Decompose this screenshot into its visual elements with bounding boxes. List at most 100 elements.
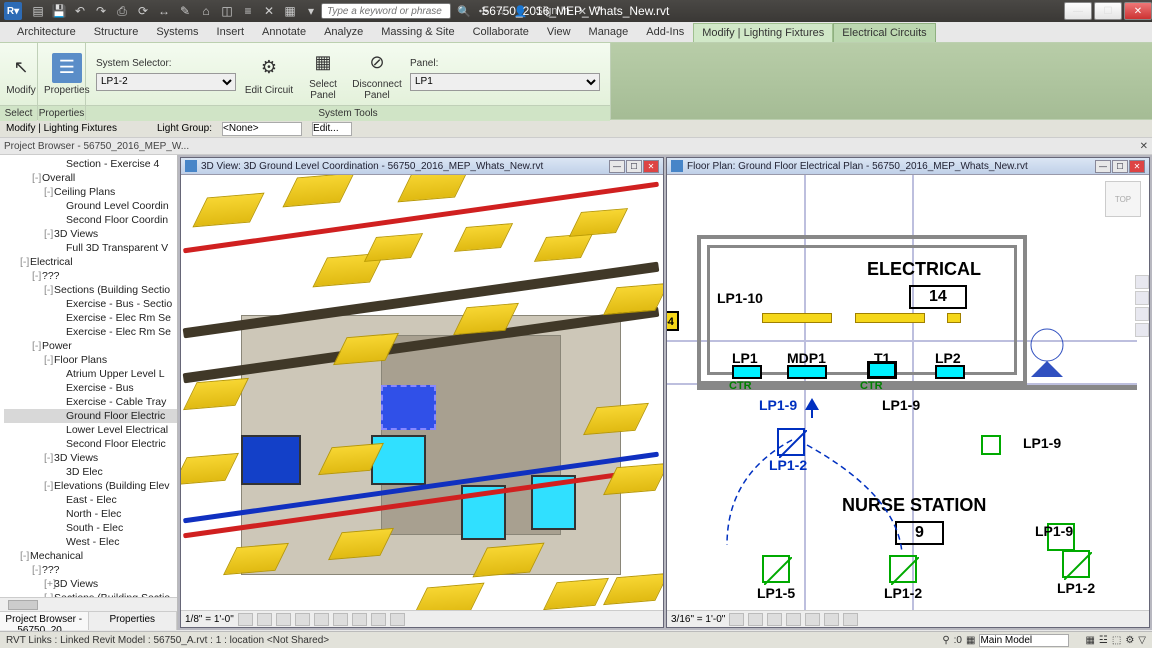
light-group-dropdown[interactable]: [222, 122, 302, 136]
qat-open-icon[interactable]: ▤: [28, 2, 48, 20]
tab-systems[interactable]: Systems: [147, 22, 207, 42]
qat-switch-icon[interactable]: ▦: [280, 2, 300, 20]
view-3d-scale[interactable]: 1/8" = 1'-0": [185, 614, 234, 625]
view-3d-titlebar[interactable]: 3D View: 3D Ground Level Coordination - …: [181, 158, 663, 175]
view-plan-ctrl3[interactable]: [767, 613, 782, 626]
tab-manage[interactable]: Manage: [580, 22, 638, 42]
view-plan-minimize[interactable]: —: [1095, 160, 1111, 173]
tab-collaborate[interactable]: Collaborate: [464, 22, 538, 42]
view-plan-ctrl5[interactable]: [805, 613, 820, 626]
qat-sync-icon[interactable]: ⟳: [133, 2, 153, 20]
tree-item[interactable]: Atrium Upper Level L: [4, 367, 177, 381]
status-coord-icon[interactable]: ⚲: [942, 635, 949, 646]
maximize-button[interactable]: ☐: [1094, 2, 1122, 20]
view-3d-ctrl2[interactable]: [257, 613, 272, 626]
tab-project-browser[interactable]: Project Browser - 56750_20...: [0, 612, 89, 630]
tree-item[interactable]: Second Floor Coordin: [4, 213, 177, 227]
tab-structure[interactable]: Structure: [85, 22, 148, 42]
tree-item[interactable]: Lower Level Electrical: [4, 423, 177, 437]
qat-print-icon[interactable]: ⎙: [112, 2, 132, 20]
view-3d-ctrl7[interactable]: [352, 613, 367, 626]
tree-item[interactable]: Section - Exercise 4: [4, 157, 177, 171]
view-3d-ctrl4[interactable]: [295, 613, 310, 626]
view-3d-ctrl3[interactable]: [276, 613, 291, 626]
view-plan-scale[interactable]: 3/16" = 1'-0": [671, 614, 725, 625]
tab-properties-palette[interactable]: Properties: [89, 612, 178, 630]
system-selector-dropdown[interactable]: LP1-2: [96, 73, 236, 91]
nav-bar[interactable]: [1135, 275, 1149, 339]
tree-item[interactable]: [-] Overall: [4, 171, 177, 185]
tree-item[interactable]: [-] Power: [4, 339, 177, 353]
qat-redo-icon[interactable]: ↷: [91, 2, 111, 20]
tab-massing[interactable]: Massing & Site: [372, 22, 463, 42]
app-menu-icon[interactable]: R▾: [4, 2, 22, 20]
view-plan-maximize[interactable]: ☐: [1112, 160, 1128, 173]
tree-item[interactable]: Exercise - Elec Rm Se: [4, 325, 177, 339]
tree-item[interactable]: East - Elec: [4, 493, 177, 507]
properties-button[interactable]: ☰Properties: [44, 45, 90, 103]
qat-dropdown-icon[interactable]: ▾: [301, 2, 321, 20]
tree-item[interactable]: [-] Floor Plans: [4, 353, 177, 367]
tree-item[interactable]: [-] Mechanical: [4, 549, 177, 563]
status-btn1[interactable]: ▦: [1085, 635, 1094, 646]
tree-item[interactable]: [-] Ceiling Plans: [4, 185, 177, 199]
qat-thin-icon[interactable]: ≡: [238, 2, 258, 20]
tab-view[interactable]: View: [538, 22, 580, 42]
qat-3d-icon[interactable]: ⌂: [196, 2, 216, 20]
disconnect-panel-button[interactable]: ⊘Disconnect Panel: [352, 45, 402, 103]
status-workset-icon[interactable]: ▦: [966, 635, 975, 646]
scroll-thumb[interactable]: [8, 600, 38, 610]
tab-annotate[interactable]: Annotate: [253, 22, 315, 42]
tab-modify-lighting[interactable]: Modify | Lighting Fixtures: [693, 23, 833, 42]
tree-item[interactable]: Ground Level Coordin: [4, 199, 177, 213]
minimize-button[interactable]: —: [1064, 2, 1092, 20]
tab-analyze[interactable]: Analyze: [315, 22, 372, 42]
view-3d-ctrl6[interactable]: [333, 613, 348, 626]
tree-item[interactable]: [-] Electrical: [4, 255, 177, 269]
view-plan-titlebar[interactable]: Floor Plan: Ground Floor Electrical Plan…: [667, 158, 1149, 175]
qat-undo-icon[interactable]: ↶: [70, 2, 90, 20]
status-btn2[interactable]: ☳: [1099, 635, 1108, 646]
view-plan-canvas[interactable]: TOP ELECTRICAL 14 NURSE STA: [667, 175, 1149, 610]
project-browser-hscroll[interactable]: [0, 597, 177, 611]
tree-item[interactable]: [-] 3D Views: [4, 227, 177, 241]
tree-item[interactable]: South - Elec: [4, 521, 177, 535]
light-group-edit[interactable]: [312, 122, 352, 136]
tab-electrical-circuits[interactable]: Electrical Circuits: [833, 23, 935, 42]
tree-item[interactable]: [-] ???: [4, 563, 177, 577]
qat-save-icon[interactable]: 💾: [49, 2, 69, 20]
qat-close-icon[interactable]: ✕: [259, 2, 279, 20]
tree-item[interactable]: Exercise - Bus: [4, 381, 177, 395]
view-plan-ctrl1[interactable]: [729, 613, 744, 626]
status-btn3[interactable]: ⬚: [1112, 635, 1121, 646]
view-3d-maximize[interactable]: ☐: [626, 160, 642, 173]
tree-item[interactable]: West - Elec: [4, 535, 177, 549]
view-plan-close[interactable]: ✕: [1129, 160, 1145, 173]
view-3d-ctrl5[interactable]: [314, 613, 329, 626]
close-button[interactable]: ✕: [1124, 2, 1152, 20]
tree-item[interactable]: [-] ???: [4, 269, 177, 283]
tree-item[interactable]: [-] Sections (Building Sectio: [4, 283, 177, 297]
tree-item[interactable]: North - Elec: [4, 507, 177, 521]
status-btn4[interactable]: ⚙: [1125, 635, 1134, 646]
view-plan-ctrl6[interactable]: [824, 613, 839, 626]
modify-button[interactable]: ↖Modify: [6, 45, 36, 103]
help-search-input[interactable]: [321, 3, 451, 19]
view-3d-canvas[interactable]: [181, 175, 663, 610]
edit-circuit-button[interactable]: ⚙Edit Circuit: [244, 45, 294, 103]
qat-measure-icon[interactable]: ↔: [154, 2, 174, 20]
tab-architecture[interactable]: Architecture: [8, 22, 85, 42]
view-3d-ctrl9[interactable]: [390, 613, 405, 626]
help-search[interactable]: [321, 3, 451, 19]
tree-item[interactable]: [-] 3D Views: [4, 451, 177, 465]
status-btn5[interactable]: ▽: [1138, 635, 1146, 646]
view-3d-minimize[interactable]: —: [609, 160, 625, 173]
view-plan-ctrl2[interactable]: [748, 613, 763, 626]
view-3d-close[interactable]: ✕: [643, 160, 659, 173]
select-panel-button[interactable]: ▦Select Panel: [298, 45, 348, 103]
tab-addins[interactable]: Add-Ins: [637, 22, 693, 42]
panel-selector-dropdown[interactable]: LP1: [410, 73, 600, 91]
view-3d-ctrl8[interactable]: [371, 613, 386, 626]
tree-item[interactable]: Full 3D Transparent V: [4, 241, 177, 255]
view-plan-ctrl4[interactable]: [786, 613, 801, 626]
